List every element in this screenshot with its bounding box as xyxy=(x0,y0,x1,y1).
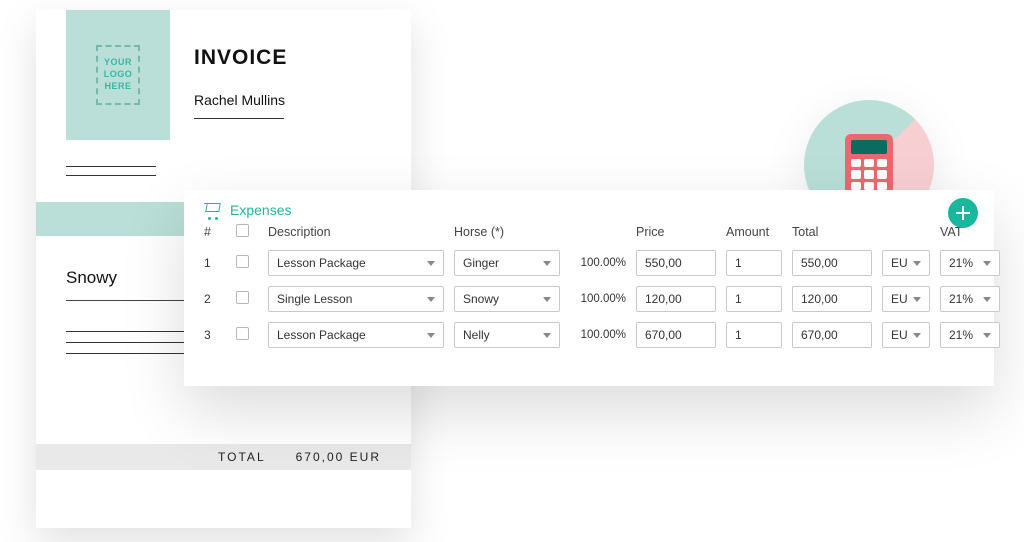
invoice-total-value: 670,00 EUR xyxy=(296,450,381,464)
col-horse: Horse (*) xyxy=(454,225,560,239)
total-input[interactable]: 550,00 xyxy=(792,250,872,276)
divider xyxy=(66,166,156,167)
row-checkbox[interactable] xyxy=(236,327,249,340)
region-select[interactable]: EU xyxy=(882,250,930,276)
chevron-down-icon xyxy=(983,297,991,302)
price-input[interactable]: 550,00 xyxy=(636,250,716,276)
expenses-heading: Expenses xyxy=(204,202,974,218)
col-check xyxy=(236,224,258,240)
expenses-header-row: # Description Horse (*) Price Amount Tot… xyxy=(204,224,974,240)
cart-icon xyxy=(204,203,222,217)
col-price: Price xyxy=(636,225,716,239)
expense-row: 2 Single Lesson Snowy 100.00% 120,00 1 1… xyxy=(204,286,974,312)
horse-select[interactable]: Nelly xyxy=(454,322,560,348)
amount-input[interactable]: 1 xyxy=(726,322,782,348)
expense-row: 3 Lesson Package Nelly 100.00% 670,00 1 … xyxy=(204,322,974,348)
region-select[interactable]: EU xyxy=(882,286,930,312)
amount-input[interactable]: 1 xyxy=(726,286,782,312)
invoice-title: INVOICE xyxy=(194,46,287,70)
divider xyxy=(194,118,284,119)
expenses-title: Expenses xyxy=(230,202,291,218)
horse-select[interactable]: Ginger xyxy=(454,250,560,276)
col-description: Description xyxy=(268,225,444,239)
chevron-down-icon xyxy=(543,297,551,302)
col-total: Total xyxy=(792,225,872,239)
horse-select[interactable]: Snowy xyxy=(454,286,560,312)
col-vat: VAT xyxy=(940,225,1000,239)
logo-placeholder[interactable]: YOUR LOGO HERE xyxy=(66,10,170,140)
total-input[interactable]: 670,00 xyxy=(792,322,872,348)
row-number: 3 xyxy=(204,328,226,342)
expense-row: 1 Lesson Package Ginger 100.00% 550,00 1… xyxy=(204,250,974,276)
row-percent: 100.00% xyxy=(570,257,626,269)
vat-select[interactable]: 21% xyxy=(940,250,1000,276)
invoice-customer-name: Rachel Mullins xyxy=(194,92,285,108)
vat-select[interactable]: 21% xyxy=(940,322,1000,348)
logo-placeholder-text: YOUR LOGO HERE xyxy=(96,45,141,104)
price-input[interactable]: 120,00 xyxy=(636,286,716,312)
divider xyxy=(66,175,156,176)
row-number: 1 xyxy=(204,256,226,270)
chevron-down-icon xyxy=(543,261,551,266)
description-select[interactable]: Lesson Package xyxy=(268,250,444,276)
col-amount: Amount xyxy=(726,225,782,239)
accent-band xyxy=(36,202,201,236)
col-hash: # xyxy=(204,225,226,239)
expenses-table: # Description Horse (*) Price Amount Tot… xyxy=(204,224,974,348)
add-expense-button[interactable] xyxy=(948,198,978,228)
expenses-panel: Expenses # Description Horse (*) Price A… xyxy=(184,190,994,386)
row-checkbox[interactable] xyxy=(236,255,249,268)
description-select[interactable]: Lesson Package xyxy=(268,322,444,348)
description-select[interactable]: Single Lesson xyxy=(268,286,444,312)
chevron-down-icon xyxy=(913,261,921,266)
amount-input[interactable]: 1 xyxy=(726,250,782,276)
chevron-down-icon xyxy=(913,333,921,338)
row-checkbox[interactable] xyxy=(236,291,249,304)
select-all-checkbox[interactable] xyxy=(236,224,249,237)
row-percent: 100.00% xyxy=(570,329,626,341)
chevron-down-icon xyxy=(427,333,435,338)
region-select[interactable]: EU xyxy=(882,322,930,348)
invoice-total-bar: TOTAL 670,00 EUR xyxy=(36,444,411,470)
chevron-down-icon xyxy=(983,261,991,266)
chevron-down-icon xyxy=(913,297,921,302)
chevron-down-icon xyxy=(427,261,435,266)
total-input[interactable]: 120,00 xyxy=(792,286,872,312)
price-input[interactable]: 670,00 xyxy=(636,322,716,348)
chevron-down-icon xyxy=(427,297,435,302)
vat-select[interactable]: 21% xyxy=(940,286,1000,312)
chevron-down-icon xyxy=(543,333,551,338)
row-percent: 100.00% xyxy=(570,293,626,305)
calculator-icon xyxy=(845,134,893,196)
row-number: 2 xyxy=(204,292,226,306)
chevron-down-icon xyxy=(983,333,991,338)
invoice-total-label: TOTAL xyxy=(218,450,266,464)
